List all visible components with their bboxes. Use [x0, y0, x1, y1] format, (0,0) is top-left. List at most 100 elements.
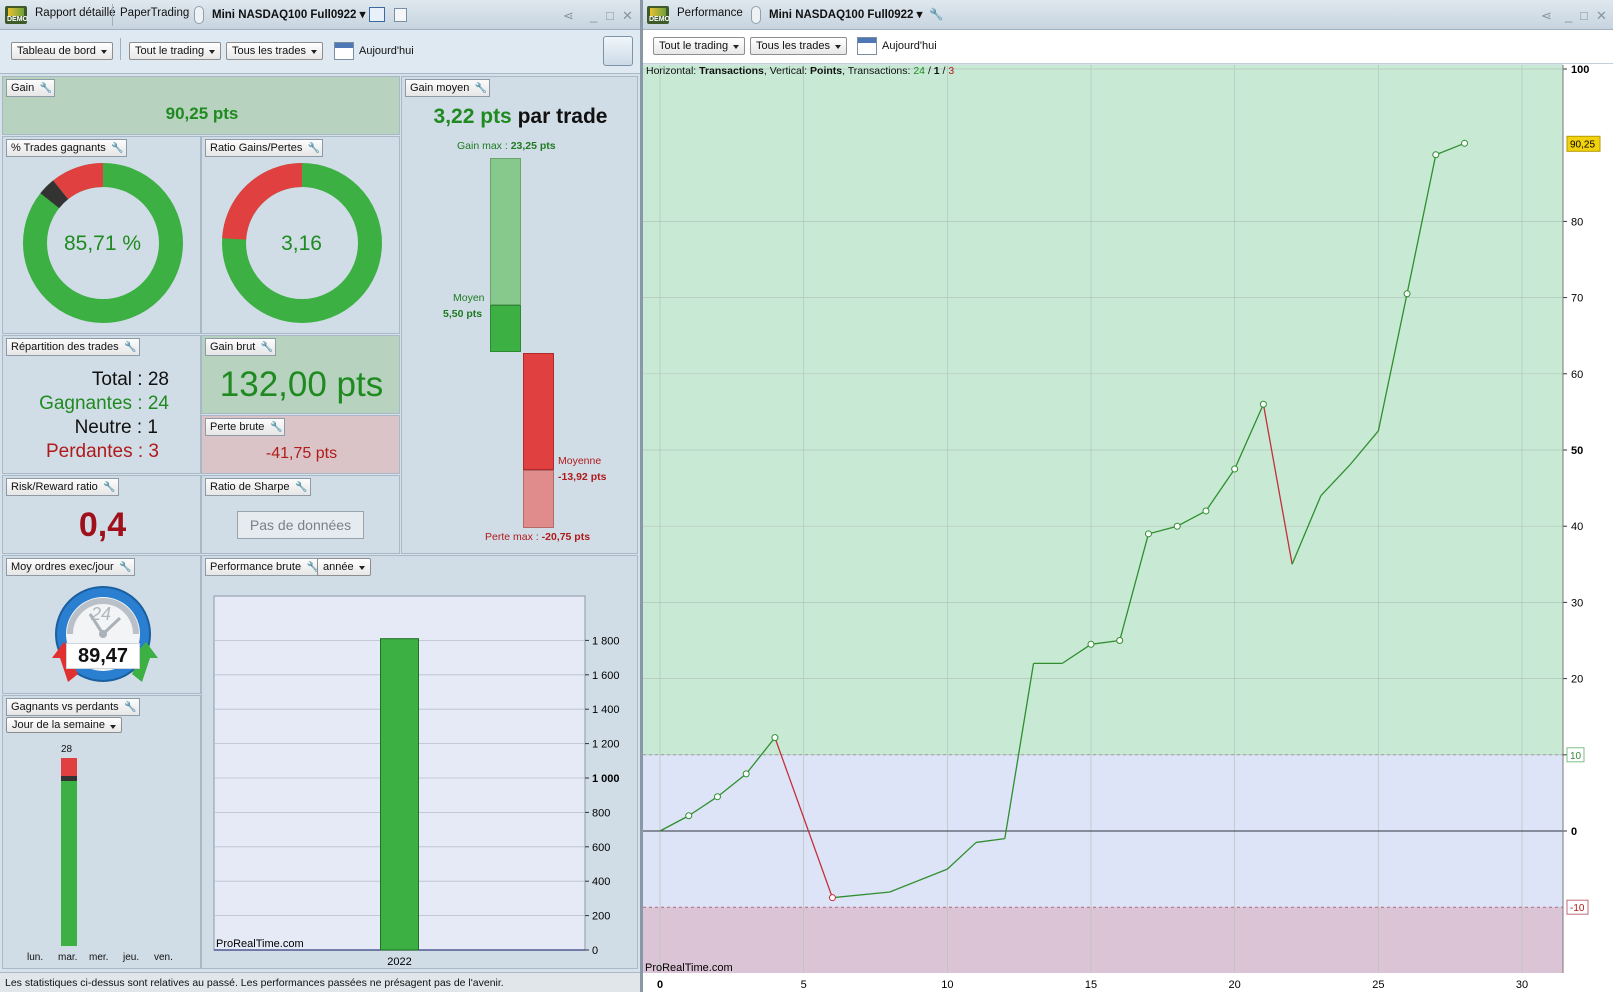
share-icon[interactable]: ⋖: [1541, 8, 1552, 24]
panel-title[interactable]: Gagnants vs perdants 🔧: [6, 698, 140, 716]
link-icon[interactable]: [751, 6, 761, 24]
footer-disclaimer: Les statistiques ci-dessus sont relative…: [0, 972, 640, 992]
y-tick-label: 400: [592, 876, 610, 888]
performance-brute-chart: 0 200 400 600 800 1 000 1 200 1 400 1 600 1 800 20…: [213, 595, 620, 967]
data-point: [1144, 530, 1152, 538]
calendar-icon[interactable]: [857, 37, 877, 55]
wrench-icon[interactable]: 🔧: [475, 81, 487, 97]
chart-info-header: Horizontal: Transactions, Vertical: Poin…: [646, 65, 955, 77]
panel-title[interactable]: Gain moyen 🔧: [405, 79, 491, 97]
wrench-icon[interactable]: 🔧: [270, 420, 282, 436]
y-tick-label: 600: [592, 842, 610, 854]
trades-filter-dropdown[interactable]: Tous les trades: [226, 42, 323, 60]
panel-title[interactable]: Gain 🔧: [6, 79, 56, 97]
win-pct-value: 85,71 %: [63, 232, 142, 255]
instrument-selector[interactable]: Mini NASDAQ100 Full0922 ▾: [212, 7, 365, 21]
y-tick-label: 0: [592, 945, 598, 957]
share-icon[interactable]: ⋖: [563, 8, 574, 24]
data-point: [1461, 139, 1469, 147]
trading-filter-dropdown[interactable]: Tout le trading: [129, 42, 222, 60]
gain-panel: Gain 🔧 90,25 pts: [2, 76, 400, 135]
chart-icon[interactable]: [369, 7, 385, 22]
data-point: [771, 734, 779, 742]
panel-title[interactable]: Performance brute 🔧: [205, 558, 323, 576]
tab-papertrading[interactable]: PaperTrading: [120, 7, 189, 19]
gauge-icon: [52, 586, 158, 682]
maximize-icon[interactable]: □: [606, 8, 614, 23]
wrench-icon[interactable]: 🔧: [124, 700, 136, 716]
trading-filter-dropdown[interactable]: Tout le trading: [653, 37, 746, 55]
panel-title[interactable]: % Trades gagnants 🔧: [6, 139, 127, 157]
report-settings-icon[interactable]: [603, 36, 633, 66]
minimize-icon[interactable]: _: [1565, 8, 1572, 23]
instrument-name: Mini NASDAQ100 Full0922: [212, 9, 357, 21]
wrench-icon[interactable]: 🔧: [295, 480, 307, 496]
period-dropdown[interactable]: année: [317, 558, 371, 576]
performance-line-chart: 0 5 10 15 20 25 30 0 20 30 40 50 60 70 80 100 90,25 10 -10…: [643, 64, 1613, 992]
data-point: [1087, 640, 1095, 648]
close-icon[interactable]: ✕: [622, 8, 633, 24]
gvp-loss-bar: [61, 758, 77, 776]
threshold-label-minus10: -10: [1570, 903, 1585, 914]
date-label[interactable]: Aujourd'hui: [359, 45, 414, 57]
sharpe-no-data-button[interactable]: Pas de données: [237, 511, 364, 539]
day-of-week-dropdown[interactable]: Jour de la semaine: [6, 717, 122, 733]
gain-moyen-value: 3,22 pts: [433, 105, 512, 128]
data-point: [1116, 637, 1124, 644]
panel-title[interactable]: Ratio Gains/Pertes 🔧: [205, 139, 324, 157]
y-tick-label: 800: [592, 807, 610, 819]
risk-reward-panel: Risk/Reward ratio 🔧 0,4: [2, 475, 201, 554]
right-titlebar: DEMO Performance Mini NASDAQ100 Full0922…: [643, 0, 1613, 30]
wrench-icon[interactable]: 🔧: [929, 7, 943, 21]
demo-logo-icon: DEMO: [647, 6, 670, 24]
wrench-icon[interactable]: 🔧: [40, 81, 52, 97]
panel-title[interactable]: Répartition des trades 🔧: [6, 338, 140, 356]
panel-title[interactable]: Gain brut 🔧: [205, 338, 277, 356]
last-value-label: 90,25: [1570, 139, 1595, 150]
dashboard-dropdown[interactable]: Tableau de bord: [11, 42, 113, 60]
date-label[interactable]: Aujourd'hui: [882, 40, 937, 52]
wrench-icon[interactable]: 🔧: [119, 560, 131, 576]
minimize-icon[interactable]: _: [590, 8, 597, 23]
y-tick-label: 1 400: [592, 704, 620, 716]
wrench-icon[interactable]: 🔧: [124, 340, 136, 356]
y-tick-label: 1 000: [592, 773, 620, 785]
perte-brute-value: -41,75 pts: [265, 445, 338, 462]
close-icon[interactable]: ✕: [1596, 8, 1607, 24]
performance-title[interactable]: Performance: [677, 7, 743, 19]
watermark: ProRealTime.com: [216, 938, 304, 950]
wrench-icon[interactable]: 🔧: [111, 141, 123, 157]
wrench-icon[interactable]: 🔧: [308, 141, 320, 157]
negative-zone: [643, 907, 1563, 973]
panel-title[interactable]: Ratio de Sharpe 🔧: [205, 478, 311, 496]
panel-title[interactable]: Perte brute 🔧: [205, 418, 286, 436]
total-trades: Total : 28: [91, 369, 169, 390]
gain-moyen-panel: Gain moyen 🔧 3,22 pts par trade Gain max …: [401, 76, 638, 554]
copy-icon[interactable]: [394, 8, 407, 22]
panel-title[interactable]: Moy ordres exec/jour 🔧: [6, 558, 135, 576]
gain-max-bar: [490, 158, 521, 305]
wrench-icon[interactable]: 🔧: [261, 340, 273, 356]
data-point: [828, 894, 836, 902]
trades-filter-dropdown[interactable]: Tous les trades: [750, 37, 847, 55]
data-point: [1173, 522, 1181, 530]
data-point: [1259, 400, 1267, 408]
moy-ordres-panel: Moy ordres exec/jour 🔧 24 89,47: [2, 555, 201, 694]
gain-brut-panel: Gain brut 🔧 132,00 pts: [201, 335, 400, 414]
y-tick-label: 20: [1571, 674, 1583, 686]
wrench-icon[interactable]: 🔧: [103, 480, 115, 496]
neutral-trades: Neutre : 1: [74, 417, 158, 438]
panel-title[interactable]: Risk/Reward ratio 🔧: [6, 478, 119, 496]
gain-max-label: Gain max : 23,25 pts: [457, 140, 556, 152]
y-tick-label: 80: [1571, 216, 1583, 228]
maximize-icon[interactable]: □: [1580, 8, 1588, 23]
y-tick-label: 40: [1571, 521, 1583, 533]
tab-rapport-detaille[interactable]: Rapport détaillé: [35, 7, 116, 19]
instrument-name: Mini NASDAQ100 Full0922: [769, 9, 914, 21]
perte-moyenne-bar: [523, 353, 554, 470]
x-tick-label: 0: [657, 979, 663, 991]
x-tick-label: 2022: [387, 956, 411, 967]
instrument-selector[interactable]: Mini NASDAQ100 Full0922 ▾: [769, 7, 922, 21]
link-icon[interactable]: [194, 6, 204, 24]
calendar-icon[interactable]: [334, 42, 354, 60]
